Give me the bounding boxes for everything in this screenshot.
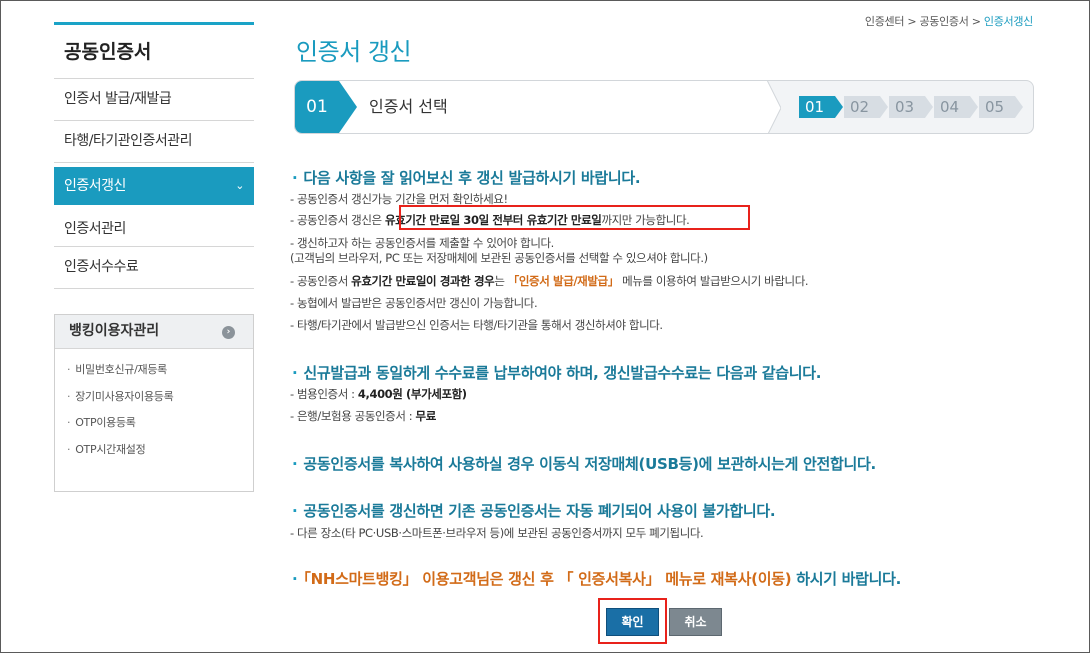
section-2-line-2: - 은행/보험용 공동인증서 : 무료 bbox=[290, 409, 436, 423]
banking-panel-title: 뱅킹이용자관리 bbox=[69, 323, 160, 339]
banking-item-password[interactable]: 비밀번호신규/재등록 bbox=[67, 361, 253, 388]
page-title: 인증서 갱신 bbox=[296, 38, 412, 66]
chevron-down-icon: ⌄ bbox=[235, 179, 244, 192]
sidebar: 공동인증서 인증서 발급/재발급 타행/타기관인증서관리 인증서갱신 ⌄ 인증서… bbox=[54, 22, 254, 289]
step-3: 03 bbox=[889, 96, 933, 118]
section-2-heading: · 신규발급과 동일하게 수수료를 납부하여야 하며, 갱신발급수수료는 다음과 … bbox=[292, 364, 822, 382]
section-1-heading: · 다음 사항을 잘 읽어보신 후 갱신 발급하시기 바랍니다. bbox=[292, 169, 641, 187]
section-1-line-3: - 갱신하고자 하는 공동인증서를 제출할 수 있어야 합니다. bbox=[290, 236, 554, 250]
banking-panel-header[interactable]: 뱅킹이용자관리 › bbox=[55, 315, 253, 349]
breadcrumb-item-cert-center[interactable]: 인증센터 bbox=[865, 15, 905, 28]
section-1-line-7: - 타행/타기관에서 발급받으신 인증서는 타행/타기관을 통해서 갱신하셔야 … bbox=[290, 318, 663, 332]
sidebar-item-issue[interactable]: 인증서 발급/재발급 bbox=[54, 79, 254, 121]
cancel-button[interactable]: 취소 bbox=[669, 608, 722, 636]
banking-item-otp-register[interactable]: OTP이용등록 bbox=[67, 414, 253, 441]
breadcrumb-item-current: 인증서갱신 bbox=[983, 15, 1033, 28]
breadcrumb-item-joint-cert[interactable]: 공동인증서 bbox=[919, 15, 968, 28]
sidebar-item-renew[interactable]: 인증서갱신 ⌄ bbox=[54, 167, 254, 205]
step-bar: 01 인증서 선택 01 02 03 04 05 bbox=[294, 80, 1034, 134]
section-4-heading: · 공동인증서를 갱신하면 기존 공동인증서는 자동 폐기되어 사용이 불가합니다… bbox=[292, 502, 776, 520]
banking-list: 비밀번호신규/재등록 장기미사용자이용등록 OTP이용등록 OTP시간재설정 bbox=[55, 349, 253, 467]
sidebar-item-fee[interactable]: 인증서수수료 bbox=[54, 247, 254, 289]
step-5: 05 bbox=[979, 96, 1023, 118]
step-current-number: 01 bbox=[295, 81, 339, 133]
step-current-arrow bbox=[339, 81, 357, 133]
step-indicators: 01 02 03 04 05 bbox=[799, 96, 1024, 118]
step-divider-chevron bbox=[761, 81, 781, 133]
validity-highlight-box bbox=[399, 205, 750, 230]
step-1: 01 bbox=[799, 96, 843, 118]
issue-menu-link[interactable]: 「인증서 발급/재발급」 bbox=[508, 274, 619, 288]
banking-item-otp-time[interactable]: OTP시간재설정 bbox=[67, 441, 253, 468]
step-current-label: 인증서 선택 bbox=[369, 97, 448, 116]
sidebar-title: 공동인증서 bbox=[54, 22, 254, 79]
banking-user-panel: 뱅킹이용자관리 › 비밀번호신규/재등록 장기미사용자이용등록 OTP이용등록 … bbox=[54, 314, 254, 492]
section-4-line-1: - 다른 장소(타 PC·USB·스마트폰·브라우저 등)에 보관된 공동인증서… bbox=[290, 526, 704, 540]
step-4: 04 bbox=[934, 96, 978, 118]
step-current-panel bbox=[295, 81, 767, 133]
section-2-line-1: - 범용인증서 : 4,400원 (부가세포함) bbox=[290, 387, 467, 401]
section-1-line-5: - 공동인증서 유효기간 만료일이 경과한 경우는 「인증서 발급/재발급」 메… bbox=[290, 274, 809, 288]
arrow-right-circle-icon[interactable]: › bbox=[222, 326, 235, 339]
section-1-line-4: (고객님의 브라우저, PC 또는 저장매체에 보관된 공동인증서를 선택할 수… bbox=[290, 251, 708, 265]
sidebar-item-renew-label: 인증서갱신 bbox=[64, 178, 126, 194]
sidebar-item-manage[interactable]: 인증서관리 bbox=[54, 205, 254, 247]
breadcrumb: 인증센터 > 공동인증서 > 인증서갱신 bbox=[864, 15, 1033, 28]
sidebar-item-other-bank[interactable]: 타행/타기관인증서관리 bbox=[54, 121, 254, 163]
banking-item-long-unused[interactable]: 장기미사용자이용등록 bbox=[67, 388, 253, 415]
section-3-heading: · 공동인증서를 복사하여 사용하실 경우 이동식 저장매체(USB등)에 보관하… bbox=[292, 455, 876, 473]
confirm-button[interactable]: 확인 bbox=[606, 608, 659, 636]
nh-smartbanking-notice: · 「NH스마트뱅킹」 이용고객님은 갱신 후 「 인증서복사」 메뉴로 재복사(… bbox=[292, 570, 902, 588]
step-2: 02 bbox=[844, 96, 888, 118]
section-1-line-6: - 농협에서 발급받은 공동인증서만 갱신이 가능합니다. bbox=[290, 296, 538, 310]
